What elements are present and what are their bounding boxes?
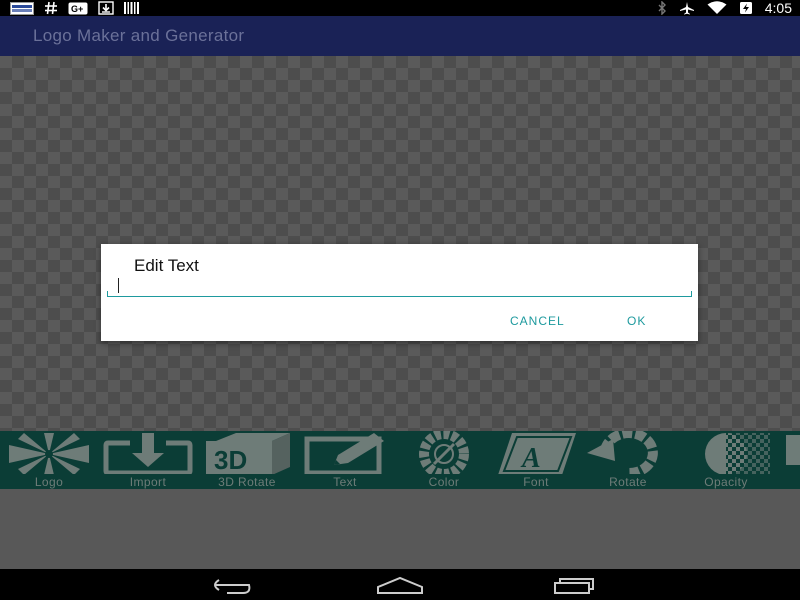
import-icon	[103, 433, 193, 474]
battery-charging-icon	[739, 1, 753, 15]
tool-label: Color	[428, 475, 460, 489]
status-bar: G+ 4:05	[0, 0, 800, 16]
wifi-icon	[707, 1, 727, 15]
font-icon: A	[498, 433, 576, 474]
download-icon	[98, 1, 114, 15]
3d-cube-icon: 3D	[206, 433, 290, 474]
barcode-icon	[124, 1, 140, 15]
hashtag-icon	[44, 1, 58, 15]
svg-text:G+: G+	[71, 4, 83, 14]
tool-font[interactable]: A Font	[492, 431, 580, 489]
tool-label: Text	[333, 475, 357, 489]
tool-label: Rotate	[609, 475, 647, 489]
tool-label: 3D Rotate	[218, 475, 276, 489]
rotate-icon	[587, 431, 658, 474]
tool-label: Logo	[34, 475, 64, 489]
tool-opacity[interactable]: Opacity	[680, 431, 772, 489]
tool-import[interactable]: Import	[102, 431, 194, 489]
opacity-icon	[705, 433, 770, 474]
recents-button[interactable]	[541, 573, 601, 597]
input-underline-right-edge	[691, 291, 692, 297]
app-bar: Logo Maker and Generator	[0, 16, 800, 56]
tool-strip: Logo Import 3D 3D Rotate Text Color A Fo…	[0, 431, 800, 489]
tool-color[interactable]: Color	[398, 431, 490, 489]
tool-logo[interactable]: Logo	[4, 431, 94, 489]
text-cursor	[118, 278, 119, 293]
airplane-mode-icon	[679, 1, 695, 15]
tool-label: Opacity	[704, 475, 748, 489]
edit-text-dialog: Edit Text CANCEL OK	[101, 244, 698, 341]
notification-badge-icon	[10, 1, 34, 15]
tool-more-partial[interactable]	[782, 431, 800, 489]
svg-text:3D: 3D	[214, 445, 247, 474]
cancel-button[interactable]: CANCEL	[510, 314, 565, 328]
tool-label: Font	[523, 475, 549, 489]
back-icon	[214, 579, 251, 594]
bottom-panel	[0, 489, 800, 569]
svg-text:A: A	[520, 443, 541, 474]
color-wheel-icon	[419, 431, 469, 474]
bluetooth-icon	[657, 1, 667, 15]
edit-text-icon	[304, 433, 384, 474]
back-button[interactable]	[200, 573, 260, 597]
tool-text[interactable]: Text	[300, 431, 390, 489]
logo-starburst-icon	[9, 433, 89, 474]
edit-text-input[interactable]	[107, 277, 692, 297]
dialog-title: Edit Text	[134, 256, 199, 275]
ok-button[interactable]: OK	[627, 314, 646, 328]
input-underline-left-edge	[107, 291, 108, 297]
navigation-bar	[0, 569, 800, 600]
status-clock: 4:05	[764, 0, 792, 16]
tool-label: Import	[129, 475, 167, 489]
home-button[interactable]	[370, 573, 430, 597]
recents-icon	[554, 578, 594, 594]
home-icon	[377, 576, 423, 594]
partial-tool-icon	[786, 435, 800, 465]
tool-3d-rotate[interactable]: 3D 3D Rotate	[202, 431, 292, 489]
google-plus-icon: G+	[68, 1, 88, 15]
app-title: Logo Maker and Generator	[33, 26, 245, 45]
tool-rotate[interactable]: Rotate	[583, 431, 673, 489]
